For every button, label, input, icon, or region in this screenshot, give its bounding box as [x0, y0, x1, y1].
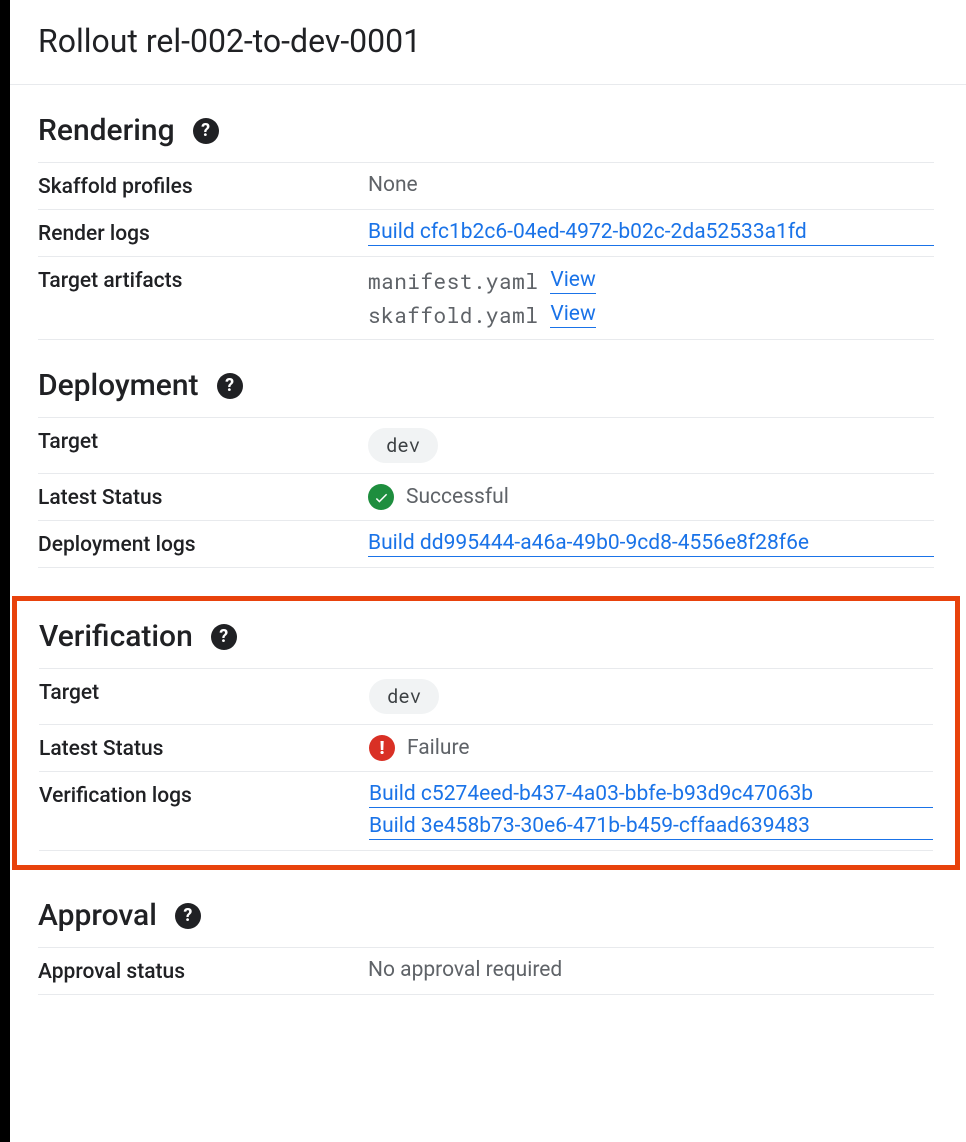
verification-logs-link[interactable]: Build 3e458b73-30e6-471b-b459-cffaad6394… — [369, 814, 933, 840]
approval-status-row: Approval status No approval required — [38, 947, 934, 995]
deployment-status-value: Successful — [406, 485, 509, 509]
help-icon[interactable]: ? — [193, 118, 219, 144]
page-title: Rollout rel-002-to-dev-0001 — [38, 22, 934, 60]
target-chip: dev — [368, 428, 438, 463]
verification-target-row: Target dev — [39, 668, 933, 725]
help-icon[interactable]: ? — [211, 624, 237, 650]
help-icon[interactable]: ? — [217, 373, 243, 399]
skaffold-profiles-row: Skaffold profiles None — [38, 162, 934, 210]
checkmark-icon — [368, 484, 394, 510]
approval-status-value: No approval required — [368, 958, 934, 982]
title-divider — [10, 84, 966, 85]
render-logs-label: Render logs — [38, 220, 368, 246]
help-icon[interactable]: ? — [175, 903, 201, 929]
deployment-logs-link[interactable]: Build dd995444-a46a-49b0-9cd8-4556e8f28f… — [368, 531, 934, 557]
verification-logs-label: Verification logs — [39, 782, 369, 808]
verification-status-label: Latest Status — [39, 735, 369, 761]
verification-logs-row: Verification logs Build c5274eed-b437-4a… — [39, 772, 933, 851]
skaffold-profiles-value: None — [368, 173, 934, 197]
deployment-target-row: Target dev — [38, 417, 934, 474]
approval-status-label: Approval status — [38, 958, 368, 984]
deployment-logs-label: Deployment logs — [38, 531, 368, 557]
deployment-section: Deployment ? Target dev Latest Status Su… — [38, 368, 934, 568]
target-artifacts-label: Target artifacts — [38, 267, 368, 293]
rendering-heading: Rendering — [38, 113, 175, 148]
approval-section: Approval ? Approval status No approval r… — [38, 898, 934, 995]
artifact-view-link[interactable]: View — [550, 302, 595, 328]
render-logs-link[interactable]: Build cfc1b2c6-04ed-4972-b02c-2da52533a1… — [368, 220, 934, 246]
target-chip: dev — [369, 679, 439, 714]
deployment-target-label: Target — [38, 428, 368, 454]
exclamation-icon — [369, 735, 395, 761]
skaffold-profiles-label: Skaffold profiles — [38, 173, 368, 199]
approval-heading: Approval — [38, 898, 157, 933]
verification-target-label: Target — [39, 679, 369, 705]
artifact-file-manifest: manifest.yaml — [368, 267, 538, 295]
rendering-section: Rendering ? Skaffold profiles None Rende… — [38, 113, 934, 340]
target-artifacts-row: Target artifacts manifest.yaml View skaf… — [38, 257, 934, 340]
artifact-view-link[interactable]: View — [550, 268, 595, 294]
verification-section: Verification ? Target dev Latest Status … — [39, 619, 933, 851]
artifact-file-skaffold: skaffold.yaml — [368, 301, 538, 329]
verification-highlight: Verification ? Target dev Latest Status … — [12, 596, 960, 870]
verification-logs-link[interactable]: Build c5274eed-b437-4a03-bbfe-b93d9c4706… — [369, 782, 933, 808]
deployment-heading: Deployment — [38, 368, 199, 403]
render-logs-row: Render logs Build cfc1b2c6-04ed-4972-b02… — [38, 210, 934, 257]
deployment-logs-row: Deployment logs Build dd995444-a46a-49b0… — [38, 521, 934, 568]
deployment-status-label: Latest Status — [38, 484, 368, 510]
verification-status-row: Latest Status Failure — [39, 725, 933, 772]
verification-heading: Verification — [39, 619, 193, 654]
deployment-status-row: Latest Status Successful — [38, 474, 934, 521]
verification-status-value: Failure — [407, 736, 470, 760]
